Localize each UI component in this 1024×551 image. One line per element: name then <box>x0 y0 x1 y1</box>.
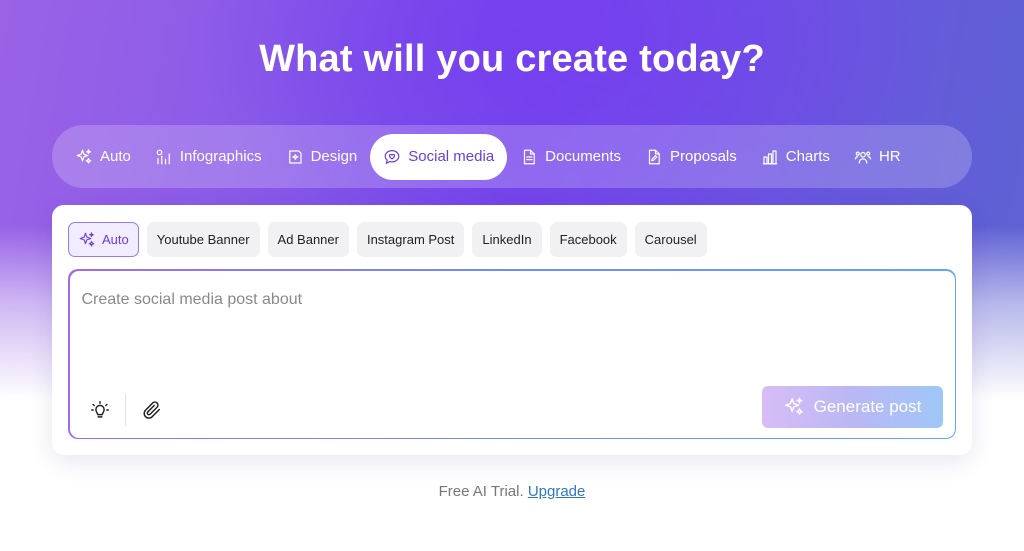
chip-label: Ad Banner <box>277 232 339 247</box>
tab-label: HR <box>878 148 901 165</box>
chip-facebook[interactable]: Facebook <box>549 222 627 257</box>
chip-label: Auto <box>102 232 129 247</box>
chat-heart-icon <box>384 149 400 164</box>
tab-label: Documents <box>545 148 622 165</box>
generate-post-button[interactable]: Generate post <box>761 385 943 428</box>
tab-label: Social media <box>408 148 495 165</box>
tab-proposals[interactable]: Proposals <box>634 134 748 180</box>
tab-infographics[interactable]: Infographics <box>144 134 273 180</box>
chip-linkedin[interactable]: LinkedIn <box>472 222 542 257</box>
create-post-card: Auto Youtube Banner Ad Banner Instagram … <box>52 205 972 455</box>
people-icon <box>854 151 872 164</box>
chip-youtube-banner[interactable]: Youtube Banner <box>146 222 260 257</box>
chip-instagram-post[interactable]: Instagram Post <box>356 222 465 257</box>
bar-chart-icon <box>762 149 778 164</box>
chip-auto[interactable]: Auto <box>68 222 139 257</box>
chip-carousel[interactable]: Carousel <box>634 222 707 257</box>
chip-ad-banner[interactable]: Ad Banner <box>267 222 349 257</box>
ideas-button[interactable] <box>87 397 113 423</box>
lightbulb-icon <box>90 400 109 418</box>
paperclip-icon <box>142 400 160 419</box>
prompt-box: Generate post <box>68 269 956 439</box>
tab-charts[interactable]: Charts <box>750 134 841 180</box>
tab-label: Design <box>310 148 358 165</box>
tab-label: Charts <box>785 148 830 165</box>
document-icon <box>524 149 536 164</box>
chip-label: Instagram Post <box>366 232 455 247</box>
prompt-input[interactable] <box>81 284 942 315</box>
tab-label: Proposals <box>670 148 737 165</box>
page-title: What will you create today? <box>259 38 765 80</box>
sparkles-icon <box>784 397 803 415</box>
sparkles-icon <box>76 148 92 164</box>
post-type-chips: Auto Youtube Banner Ad Banner Instagram … <box>68 222 707 257</box>
tool-divider <box>124 393 126 426</box>
prompt-tools <box>87 393 165 426</box>
attach-button[interactable] <box>139 397 165 423</box>
footer: Free AI Trial. Upgrade <box>0 483 1024 500</box>
tab-documents[interactable]: Documents <box>509 134 632 180</box>
proposal-icon <box>648 149 660 164</box>
chip-label: Youtube Banner <box>156 232 250 247</box>
chip-label: LinkedIn <box>482 232 532 247</box>
tab-social-media[interactable]: Social media <box>370 133 508 180</box>
infographic-icon <box>156 149 170 164</box>
category-tabs: Auto Infographics Design Social media Do… <box>52 125 972 188</box>
sparkles-icon <box>79 231 95 247</box>
upgrade-link[interactable]: Upgrade <box>528 483 586 500</box>
chip-label: Facebook <box>559 232 617 247</box>
tab-hr[interactable]: HR <box>843 134 912 180</box>
chip-label: Carousel <box>644 232 697 247</box>
tab-auto[interactable]: Auto <box>64 134 142 180</box>
tab-label: Infographics <box>179 148 262 165</box>
tab-design[interactable]: Design <box>275 134 369 180</box>
generate-post-label: Generate post <box>813 396 922 416</box>
prompt-inner: Generate post <box>69 270 955 438</box>
design-icon <box>288 149 302 164</box>
trial-text: Free AI Trial. <box>438 483 524 500</box>
tab-label: Auto <box>100 148 131 165</box>
